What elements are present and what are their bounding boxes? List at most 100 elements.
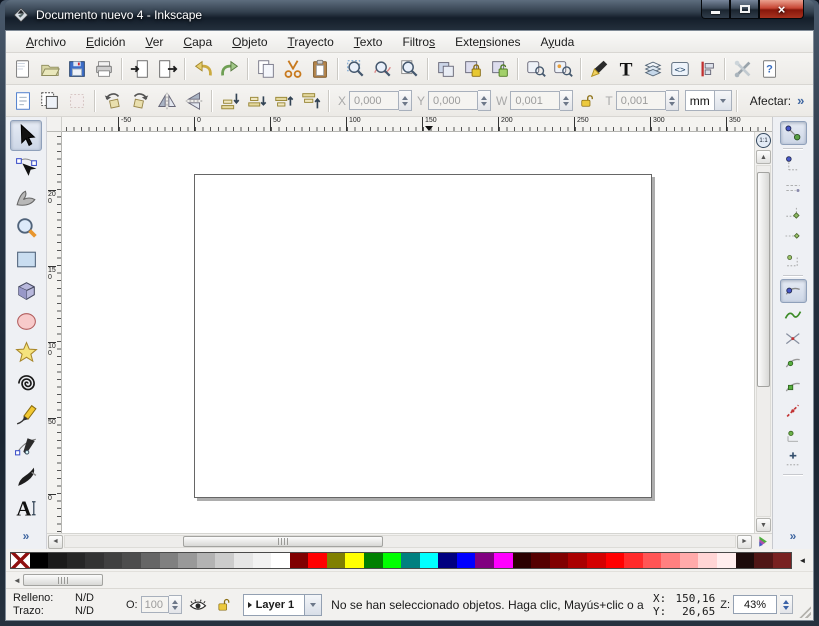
raise-button[interactable] — [270, 87, 297, 114]
color-swatch[interactable] — [587, 553, 606, 568]
width-input[interactable] — [510, 91, 560, 110]
height-input[interactable] — [616, 91, 666, 110]
spiral-tool-button[interactable] — [10, 368, 42, 399]
scroll-down-button[interactable]: ▼ — [756, 518, 771, 532]
snap-object-centers-button[interactable] — [780, 423, 807, 447]
preferences-button[interactable] — [729, 55, 756, 82]
fill-stroke-indicator[interactable]: Relleno: N/D Trazo: N/D — [13, 592, 119, 617]
menu-item-extensiones[interactable]: Extensiones — [445, 33, 530, 51]
width-spinner[interactable] — [560, 90, 573, 111]
canvas[interactable] — [62, 132, 754, 533]
zoom-1-1-icon[interactable]: 1:1 — [756, 133, 771, 148]
rotate-cw-button[interactable] — [126, 87, 153, 114]
unit-select[interactable]: mm — [685, 90, 732, 111]
layer-selector[interactable]: Layer 1 — [243, 594, 323, 616]
color-swatch[interactable] — [85, 553, 104, 568]
snap-bbox-midpoints-button[interactable] — [780, 224, 807, 248]
unlink-clone-button[interactable] — [486, 55, 513, 82]
color-swatch[interactable] — [67, 553, 86, 568]
select-original-button[interactable] — [522, 55, 549, 82]
flip-vertical-button[interactable] — [180, 87, 207, 114]
redo-button[interactable] — [216, 55, 243, 82]
horizontal-scroll-thumb[interactable] — [183, 536, 383, 547]
new-document-button[interactable] — [9, 55, 36, 82]
toolbar-overflow-button[interactable]: » — [797, 93, 804, 108]
y-spinner[interactable] — [478, 90, 491, 111]
open-document-button[interactable] — [36, 55, 63, 82]
color-swatch[interactable] — [364, 553, 383, 568]
opacity-input[interactable] — [141, 596, 169, 613]
layer-dropdown-button[interactable] — [304, 595, 321, 615]
color-swatch[interactable] — [197, 553, 216, 568]
scroll-up-button[interactable]: ▲ — [756, 150, 771, 164]
toolbox-overflow-button[interactable]: » — [23, 529, 30, 543]
snapbar-overflow-button[interactable]: » — [790, 529, 797, 543]
duplicate-button[interactable] — [432, 55, 459, 82]
snap-midpoints-button[interactable] — [780, 399, 807, 423]
color-swatch[interactable] — [383, 553, 402, 568]
box3d-tool-button[interactable] — [10, 275, 42, 306]
snap-bbox-corners-button[interactable] — [780, 200, 807, 224]
import-button[interactable] — [126, 55, 153, 82]
menu-item-archivo[interactable]: Archivo — [16, 33, 76, 51]
color-swatch[interactable] — [234, 553, 253, 568]
color-swatch[interactable] — [160, 553, 179, 568]
raise-to-top-button[interactable] — [297, 87, 324, 114]
color-swatch[interactable] — [327, 553, 346, 568]
paste-button[interactable] — [306, 55, 333, 82]
color-swatch[interactable] — [531, 553, 550, 568]
menu-item-texto[interactable]: Texto — [344, 33, 393, 51]
menu-item-ayuda[interactable]: Ayuda — [531, 33, 585, 51]
document-properties-button[interactable]: ? — [756, 55, 783, 82]
export-button[interactable] — [153, 55, 180, 82]
snap-nodes-button[interactable] — [780, 279, 807, 303]
color-swatch[interactable] — [698, 553, 717, 568]
snap-intersections-button[interactable] — [780, 327, 807, 351]
selector-tool-button[interactable] — [10, 120, 42, 151]
color-swatch[interactable] — [253, 553, 272, 568]
scroll-right-button[interactable]: ► — [737, 535, 752, 549]
color-swatch[interactable] — [754, 553, 773, 568]
layer-visibility-button[interactable] — [187, 594, 209, 616]
snap-cusp-nodes-button[interactable] — [780, 351, 807, 375]
vertical-scroll-track[interactable] — [756, 165, 771, 517]
rotate-ccw-button[interactable] — [99, 87, 126, 114]
calligraphy-tool-button[interactable] — [10, 461, 42, 492]
color-swatch[interactable] — [513, 553, 532, 568]
snap-enable-button[interactable] — [780, 121, 807, 145]
print-button[interactable] — [90, 55, 117, 82]
menu-item-objeto[interactable]: Objeto — [222, 33, 277, 51]
snap-paths-button[interactable] — [780, 303, 807, 327]
find-objects-button[interactable] — [549, 55, 576, 82]
star-tool-button[interactable] — [10, 337, 42, 368]
text-dialog-button[interactable]: T — [612, 55, 639, 82]
vertical-ruler[interactable]: 200150100500 — [47, 132, 62, 533]
color-swatch[interactable] — [717, 553, 736, 568]
color-swatch[interactable] — [680, 553, 699, 568]
zoom-selection-button[interactable] — [342, 55, 369, 82]
save-document-button[interactable] — [63, 55, 90, 82]
xml-editor-button[interactable]: <> — [666, 55, 693, 82]
snap-rotation-centers-button[interactable] — [780, 447, 807, 471]
color-swatch[interactable] — [550, 553, 569, 568]
flip-horizontal-button[interactable] — [153, 87, 180, 114]
align-distribute-button[interactable] — [693, 55, 720, 82]
undo-button[interactable] — [189, 55, 216, 82]
color-swatch[interactable] — [773, 553, 792, 568]
window-resize-grip[interactable] — [798, 605, 811, 618]
opacity-spinner[interactable] — [169, 595, 182, 614]
node-editor-tool-button[interactable] — [10, 151, 42, 182]
horizontal-scrollbar[interactable]: ◄ ► — [48, 535, 752, 549]
lock-ratio-button[interactable] — [573, 87, 600, 114]
zoom-spinner[interactable] — [780, 595, 793, 614]
menu-item-filtros[interactable]: Filtros — [392, 33, 445, 51]
menu-item-ver[interactable]: Ver — [135, 33, 173, 51]
titlebar[interactable]: Documento nuevo 4 - Inkscape × — [5, 0, 814, 30]
color-swatch[interactable] — [308, 553, 327, 568]
color-swatch[interactable] — [438, 553, 457, 568]
vertical-scroll-thumb[interactable] — [757, 172, 770, 387]
layers-dialog-button[interactable] — [639, 55, 666, 82]
color-swatch[interactable] — [568, 553, 587, 568]
x-spinner[interactable] — [399, 90, 412, 111]
lower-button[interactable] — [243, 87, 270, 114]
